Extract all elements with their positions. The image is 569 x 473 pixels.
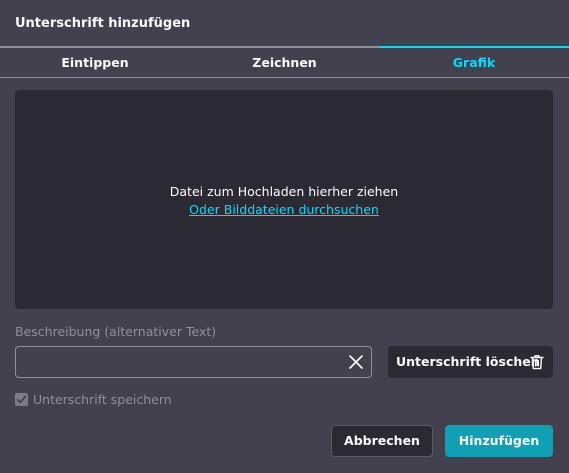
description-field[interactable] [15,346,372,378]
add-button[interactable]: Hinzufügen [445,425,553,457]
tab-type[interactable]: Eintippen [0,46,190,77]
clear-icon[interactable] [349,355,363,369]
image-dropzone[interactable]: Datei zum Hochladen hierher ziehen Oder … [15,90,553,309]
tab-image[interactable]: Grafik [379,46,569,77]
checkmark-icon [16,395,27,404]
save-signature-label: Unterschrift speichern [33,392,172,407]
add-signature-dialog: Unterschrift hinzufügen Eintippen Zeichn… [0,0,569,473]
trash-icon [530,355,544,370]
cancel-button[interactable]: Abbrechen [331,425,433,457]
dialog-title: Unterschrift hinzufügen [15,16,191,31]
tab-bar: Eintippen Zeichnen Grafik [0,46,569,78]
description-input[interactable] [24,351,338,375]
description-label: Beschreibung (alternativer Text) [15,324,217,339]
dialog-header: Unterschrift hinzufügen [0,0,569,46]
tab-draw[interactable]: Zeichnen [190,46,379,77]
dropzone-text: Datei zum Hochladen hierher ziehen [169,184,399,199]
dropzone-link-row: Oder Bilddateien durchsuchen [15,201,553,219]
delete-signature-label: Unterschrift löschen [396,354,540,369]
save-signature-checkbox[interactable] [15,393,28,406]
delete-signature-button[interactable]: Unterschrift löschen [388,346,553,378]
browse-images-link[interactable]: Oder Bilddateien durchsuchen [189,202,379,217]
